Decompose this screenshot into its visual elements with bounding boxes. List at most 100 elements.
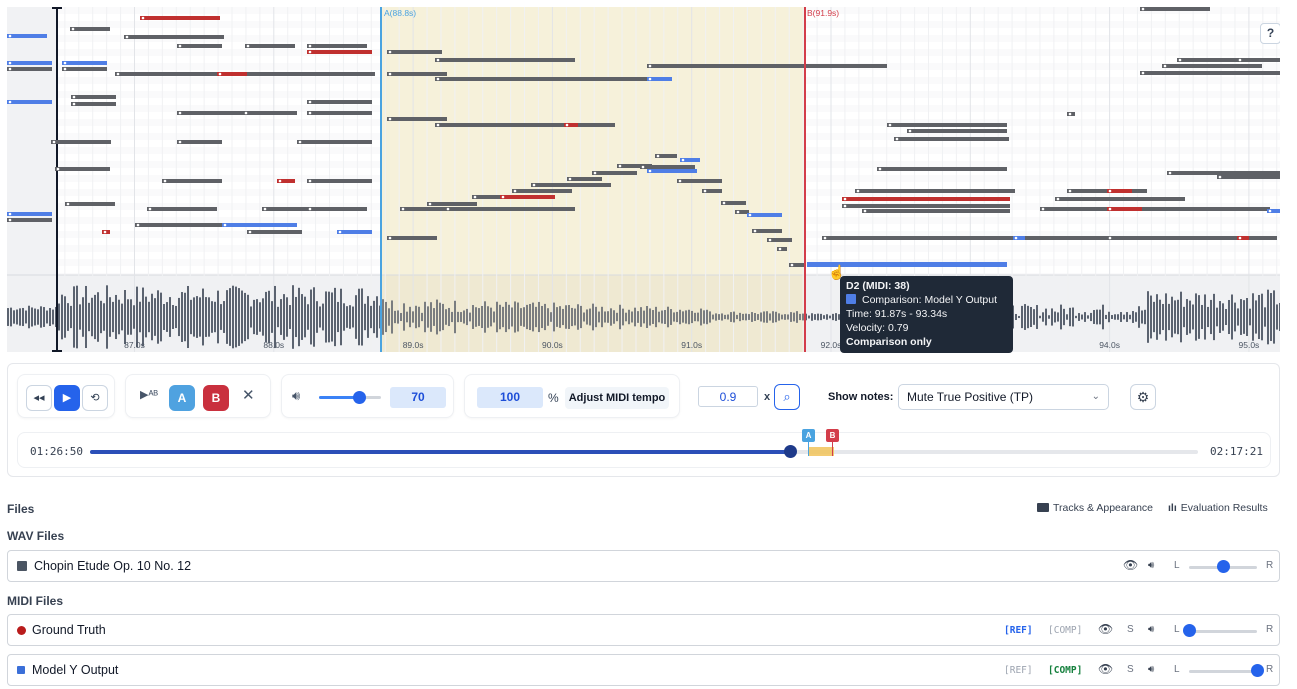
evaluation-results-link[interactable]: ılı Evaluation Results <box>1168 502 1268 514</box>
waveform-bar <box>211 301 213 333</box>
piano-roll-canvas[interactable]: 87.0s88.0s89.0s90.0s91.0s92.0s93.0s94.0s… <box>7 7 1280 352</box>
waveform-bar <box>40 306 42 328</box>
waveform-bar <box>175 305 177 329</box>
speaker-icon[interactable]: 🔊︎ <box>1148 664 1154 675</box>
waveform-bar <box>760 312 762 322</box>
waveform-bar <box>817 313 819 321</box>
time-tick-label: 92.0s <box>821 340 842 350</box>
waveform-bar <box>331 292 333 342</box>
note-onset-dot <box>244 111 248 115</box>
waveform-bar <box>457 311 459 323</box>
volume-value[interactable]: 70 <box>390 387 446 408</box>
waveform-bar <box>1039 315 1041 319</box>
waveform-bar <box>1033 309 1035 325</box>
note-onset-dot <box>656 154 660 158</box>
adjust-tempo-button[interactable]: Adjust MIDI tempo <box>565 387 669 409</box>
waveform-bar <box>1249 308 1251 326</box>
wav-color-swatch[interactable] <box>17 561 27 571</box>
note-onset-dot <box>72 95 76 99</box>
note-onset-dot <box>52 140 56 144</box>
tempo-input[interactable]: 100 <box>477 387 543 408</box>
play-button[interactable]: ▶ <box>54 385 80 411</box>
zoom-fit-button[interactable]: ⌕ <box>774 384 800 410</box>
waveform-bar <box>124 289 126 345</box>
play-from-marker-icon[interactable]: ▶ᴬᴮ <box>140 388 158 401</box>
set-b-button[interactable]: B <box>203 385 229 411</box>
waveform-bar <box>370 305 372 329</box>
timeline[interactable]: 01:26:50 A B 02:17:21 <box>17 429 1271 468</box>
waveform-bar <box>433 308 435 326</box>
midi-file-row[interactable]: Model Y Output [REF] [COMP] 👁︎ S 🔊︎ L R <box>7 654 1280 686</box>
pan-slider-track[interactable] <box>1189 670 1257 673</box>
waveform-bar <box>7 308 9 326</box>
zoom-input[interactable]: 0.9 <box>698 386 758 407</box>
help-button[interactable]: ? <box>1260 23 1280 44</box>
waveform-bar <box>268 290 270 344</box>
waveform-bar <box>145 296 147 338</box>
waveform-bar <box>280 299 282 335</box>
waveform-bar <box>31 307 33 327</box>
note-onset-dot <box>66 202 70 206</box>
close-icon[interactable]: ✕ <box>242 386 255 404</box>
waveform-bar <box>1078 313 1080 321</box>
eye-icon[interactable]: 👁︎ <box>1098 622 1113 636</box>
waveform-bar <box>1225 308 1227 326</box>
pan-slider-thumb[interactable] <box>1251 664 1264 677</box>
waveform-bar <box>250 306 252 328</box>
waveform-bar <box>394 310 396 324</box>
waveform-bar <box>1114 314 1116 320</box>
eye-icon[interactable]: 👁︎ <box>1123 558 1138 572</box>
note <box>1040 207 1270 211</box>
waveform-bar <box>79 304 81 330</box>
wav-file-row[interactable]: Chopin Etude Op. 10 No. 12 👁︎ 🔊︎ L R <box>7 550 1280 582</box>
note <box>894 137 1009 141</box>
ref-tag[interactable]: [REF] <box>1004 665 1033 676</box>
waveform-bar <box>1099 309 1101 325</box>
waveform-bar <box>358 288 360 346</box>
volume-slider-thumb[interactable] <box>353 391 367 404</box>
marker-a-line <box>380 7 382 352</box>
midi-file-row[interactable]: Ground Truth [REF] [COMP] 👁︎ S 🔊︎ L R <box>7 614 1280 646</box>
waveform-bar <box>529 303 531 331</box>
piano-roll[interactable]: 87.0s88.0s89.0s90.0s91.0s92.0s93.0s94.0s… <box>7 7 1280 352</box>
midi-color-square[interactable] <box>17 666 25 674</box>
waveform-bar <box>499 304 501 330</box>
note-onset-dot <box>736 210 740 214</box>
waveform-bar <box>586 309 588 325</box>
waveform-bar <box>571 307 573 327</box>
speaker-icon[interactable]: 🔊︎ <box>292 388 300 404</box>
midi-color-dot[interactable] <box>17 626 26 635</box>
seek-thumb[interactable] <box>784 445 798 458</box>
loop-icon: ⟲ <box>90 392 100 404</box>
tracks-appearance-link[interactable]: Tracks & Appearance <box>1037 502 1153 514</box>
waveform-bar <box>697 312 699 322</box>
comp-tag[interactable]: [COMP] <box>1048 665 1082 676</box>
loop-button[interactable]: ⟲ <box>82 385 108 411</box>
speaker-icon[interactable]: 🔊︎ <box>1148 624 1154 635</box>
waveform-bar <box>406 311 408 323</box>
ref-tag[interactable]: [REF] <box>1004 625 1033 636</box>
waveform-bar <box>253 299 255 335</box>
waveform-bar <box>1123 314 1125 320</box>
note-onset-dot <box>768 238 772 242</box>
pan-slider-thumb[interactable] <box>1183 624 1196 637</box>
timeline-flag-b[interactable]: B <box>826 429 839 442</box>
waveform-bar <box>226 290 228 344</box>
pan-slider-track[interactable] <box>1189 630 1257 633</box>
waveform-bar <box>520 308 522 326</box>
timeline-flag-a[interactable]: A <box>802 429 815 442</box>
show-notes-select[interactable]: Mute True Positive (TP) ⌄ <box>898 384 1109 410</box>
comp-tag[interactable]: [COMP] <box>1048 625 1082 636</box>
note <box>71 95 116 99</box>
settings-button[interactable]: ⚙ <box>1130 384 1156 410</box>
waveform-bar <box>604 311 606 323</box>
waveform-bar <box>682 311 684 323</box>
pan-slider-thumb[interactable] <box>1217 560 1230 573</box>
waveform-bar <box>1141 310 1143 324</box>
solo-button[interactable]: S <box>1127 624 1134 635</box>
solo-button[interactable]: S <box>1127 664 1134 675</box>
rewind-button[interactable]: ◂◂ <box>26 385 52 411</box>
speaker-icon[interactable]: 🔊︎ <box>1148 560 1154 571</box>
set-a-button[interactable]: A <box>169 385 195 411</box>
eye-icon[interactable]: 👁︎ <box>1098 662 1113 676</box>
